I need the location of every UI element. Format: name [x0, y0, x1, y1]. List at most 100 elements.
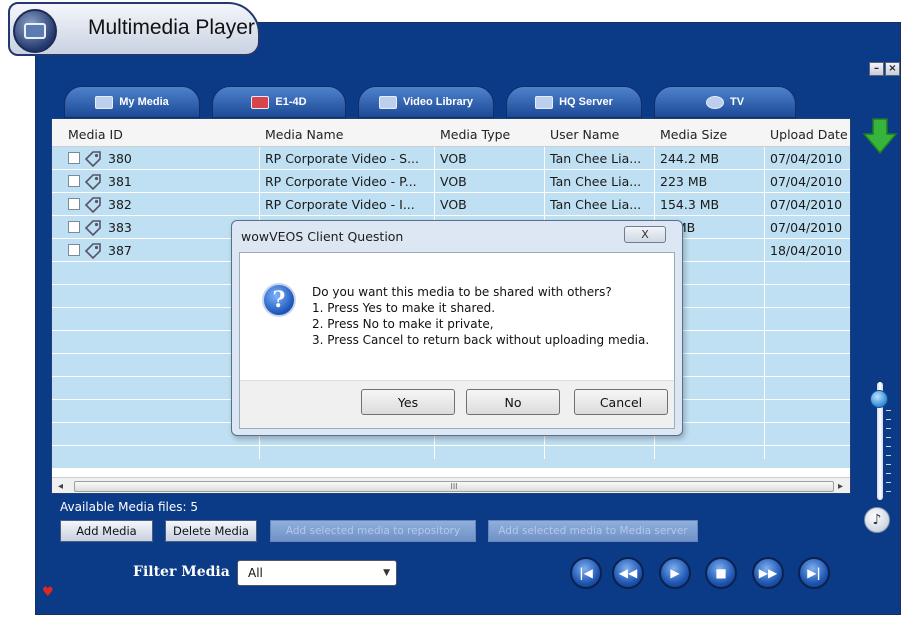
col-media-id[interactable]: Media ID — [62, 119, 123, 147]
filter-value: All — [248, 566, 263, 580]
minimize-button[interactable]: – — [869, 62, 884, 76]
tab-my-media[interactable]: My Media — [64, 86, 200, 118]
speaker-icon[interactable]: ♪ — [864, 507, 890, 533]
dialog-line: 2. Press No to make it private, — [312, 317, 494, 331]
hq-server-icon — [535, 95, 554, 109]
table-row[interactable]: 381 RP Corporate Video - P... VOB Tan Chee … — [52, 170, 850, 193]
app-logo-icon — [13, 9, 57, 53]
app-title: Multimedia Player — [88, 16, 255, 39]
table-row[interactable]: 382 RP Corporate Video - I... VOB Tan Chee … — [52, 193, 850, 216]
row-checkbox[interactable] — [68, 152, 80, 164]
rewind-button[interactable]: ◀◀ — [612, 557, 644, 589]
tab-label: HQ Server — [559, 96, 613, 108]
row-checkbox[interactable] — [68, 221, 80, 233]
scroll-right-icon[interactable]: ▸ — [838, 481, 843, 492]
tab-label: Video Library — [402, 96, 474, 108]
row-checkbox[interactable] — [68, 244, 80, 256]
tab-label: TV — [729, 96, 745, 108]
cell-date: 18/04/2010 — [770, 243, 843, 258]
cell-user: Tan Chee Lia... — [550, 197, 642, 212]
scroll-left-icon[interactable]: ◂ — [58, 481, 63, 492]
scroll-grip: III — [450, 482, 458, 491]
row-checkbox[interactable] — [68, 198, 80, 210]
add-to-repository-button[interactable]: Add selected media to repository — [270, 520, 476, 542]
e1-4d-icon — [251, 95, 270, 109]
table-row[interactable]: 380 RP Corporate Video - S... VOB Tan Chee … — [52, 147, 850, 170]
media-tag-icon — [84, 151, 101, 167]
add-media-button[interactable]: Add Media — [60, 520, 153, 542]
empty-row — [52, 446, 850, 469]
dialog-title: wowVEOS Client Question — [241, 229, 404, 244]
chevron-down-icon: ▼ — [383, 568, 390, 578]
play-icon: ▶ — [670, 566, 680, 580]
cell-name: RP Corporate Video - P... — [265, 174, 417, 189]
media-tag-icon — [84, 243, 101, 259]
volume-tick — [886, 473, 891, 474]
col-upload-date[interactable]: Upload Date — [764, 119, 848, 147]
cell-name: RP Corporate Video - I... — [265, 197, 415, 212]
volume-tick — [886, 446, 891, 447]
col-media-type[interactable]: Media Type — [434, 119, 510, 147]
volume-tick — [886, 428, 891, 429]
play-button[interactable]: ▶ — [659, 557, 691, 589]
cell-id: 382 — [108, 197, 132, 212]
table-header: Media ID Media Name Media Type User Name… — [52, 119, 850, 147]
download-arrow-icon[interactable] — [863, 118, 897, 154]
close-button[interactable]: × — [885, 62, 900, 76]
cell-size: 154.3 MB — [660, 197, 720, 212]
skip-back-button[interactable]: |◀ — [570, 557, 602, 589]
window-controls: – × — [869, 62, 900, 76]
col-media-name[interactable]: Media Name — [259, 119, 343, 147]
add-to-media-server-button[interactable]: Add selected media to Media server — [488, 520, 698, 542]
delete-media-button[interactable]: Delete Media — [165, 520, 257, 542]
fast-forward-button[interactable]: ▶▶ — [752, 557, 784, 589]
stop-icon: ■ — [715, 566, 727, 580]
media-tag-icon — [84, 197, 101, 213]
skip-forward-button[interactable]: ▶| — [798, 557, 830, 589]
question-dialog: wowVEOS Client Question X ? Do you want … — [231, 220, 683, 436]
tab-tv[interactable]: TV — [654, 86, 796, 118]
cell-date: 07/04/2010 — [770, 220, 843, 235]
volume-tick — [886, 455, 891, 456]
dialog-line: Do you want this media to be shared with… — [312, 285, 612, 299]
cell-name: RP Corporate Video - S... — [265, 151, 419, 166]
stop-button[interactable]: ■ — [705, 557, 737, 589]
volume-knob[interactable] — [870, 390, 888, 408]
cell-date: 07/04/2010 — [770, 197, 843, 212]
row-checkbox[interactable] — [68, 175, 80, 187]
yes-button[interactable]: Yes — [361, 389, 455, 415]
title-bar: Multimedia Player — [8, 2, 260, 56]
cell-id: 380 — [108, 151, 132, 166]
dialog-line: 3. Press Cancel to return back without u… — [312, 333, 650, 347]
tab-video-library[interactable]: Video Library — [358, 86, 494, 118]
cell-id: 381 — [108, 174, 132, 189]
col-user-name[interactable]: User Name — [544, 119, 619, 147]
tab-label: E1-4D — [275, 96, 307, 108]
cell-size: 223 MB — [660, 174, 708, 189]
volume-tick — [886, 464, 891, 465]
cell-date: 07/04/2010 — [770, 174, 843, 189]
cell-user: Tan Chee Lia... — [550, 174, 642, 189]
dialog-close-button[interactable]: X — [624, 226, 666, 243]
filter-label: Filter Media — [133, 564, 230, 580]
cell-type: VOB — [440, 151, 467, 166]
question-icon: ? — [262, 283, 296, 317]
cell-user: Tan Chee Lia... — [550, 151, 642, 166]
dialog-body: ? Do you want this media to be shared wi… — [239, 252, 675, 429]
horizontal-scrollbar[interactable]: ◂ III ▸ — [52, 477, 850, 493]
tv-icon — [705, 95, 724, 109]
media-tag-icon — [84, 220, 101, 236]
tab-e1-4d[interactable]: E1-4D — [212, 86, 346, 118]
cancel-button[interactable]: Cancel — [574, 389, 668, 415]
heart-icon: ♥ — [42, 585, 54, 600]
scroll-thumb[interactable]: III — [74, 481, 834, 492]
col-media-size[interactable]: Media Size — [654, 119, 727, 147]
dialog-message: Do you want this media to be shared with… — [312, 284, 649, 348]
filter-select[interactable]: All ▼ — [237, 560, 397, 586]
cell-type: VOB — [440, 197, 467, 212]
tab-hq-server[interactable]: HQ Server — [506, 86, 642, 118]
cell-date: 07/04/2010 — [770, 151, 843, 166]
volume-tick — [886, 482, 891, 483]
no-button[interactable]: No — [466, 389, 560, 415]
video-library-icon — [378, 95, 397, 109]
